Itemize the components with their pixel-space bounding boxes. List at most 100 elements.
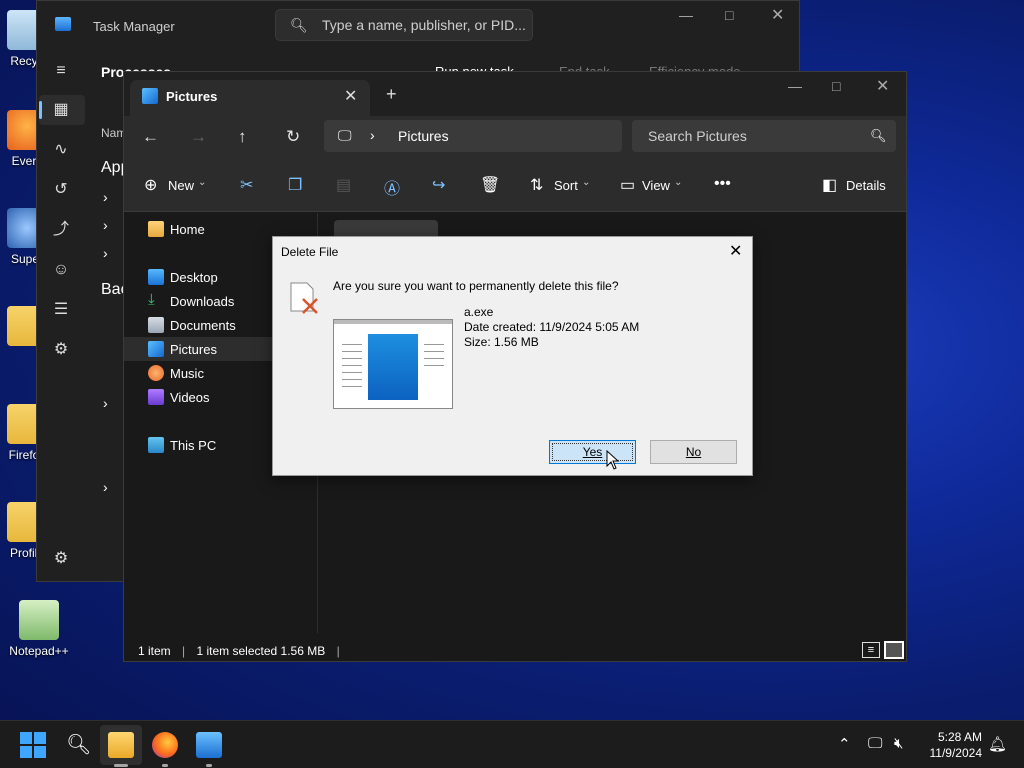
system-clock[interactable]: 5:28 AM 11/9/2024 bbox=[920, 729, 983, 761]
maximize-button[interactable]: □ bbox=[832, 78, 840, 94]
selected-file-tile[interactable] bbox=[334, 220, 438, 236]
network-icon[interactable]: 🖵︎ bbox=[868, 735, 882, 752]
close-button[interactable]: ✕ bbox=[876, 76, 889, 96]
running-app-indicator bbox=[206, 764, 212, 767]
tiles-view-icon[interactable] bbox=[884, 641, 904, 659]
new-tab-button[interactable]: + bbox=[386, 84, 397, 105]
details-pane-icon: ◧ bbox=[822, 177, 838, 194]
startup-apps-icon[interactable]: ⤴ bbox=[51, 220, 71, 240]
rename-icon[interactable]: Ⓐ bbox=[384, 175, 400, 199]
up-arrow-icon[interactable]: ↑ bbox=[238, 127, 247, 147]
sidebar-item-label: Music bbox=[170, 366, 204, 381]
file-date-created: Date created: 11/9/2024 5:05 AM bbox=[464, 320, 640, 334]
copy-icon[interactable]: ❐ bbox=[288, 175, 302, 195]
expand-chevron-icon[interactable]: › bbox=[103, 479, 108, 495]
explorer-command-bar: ⊕ New ⌄ ✂ ❐ ▤ Ⓐ ↪ 🗑︎ ⇅ Sort ⌄ ▭ View ⌄ •… bbox=[124, 160, 906, 212]
volume-muted-icon[interactable]: 🔇︎ bbox=[894, 735, 903, 752]
sidebar-item-label: Documents bbox=[170, 318, 236, 333]
task-manager-search-input[interactable]: 🔍︎ Type a name, publisher, or PID... bbox=[275, 9, 533, 41]
status-bar: 1 item | 1 item selected 1.56 MB | bbox=[138, 644, 340, 658]
chevron-down-icon: ⌄ bbox=[198, 177, 207, 188]
users-icon[interactable]: ☺ bbox=[51, 260, 71, 280]
status-selection: 1 item selected 1.56 MB bbox=[196, 644, 326, 658]
chevron-up-icon[interactable]: ⌃ bbox=[838, 735, 851, 753]
details-button[interactable]: Details bbox=[846, 178, 886, 193]
explorer-tab-bar: Pictures ✕ + — □ ✕ bbox=[124, 72, 906, 116]
delete-icon[interactable]: 🗑︎ bbox=[480, 175, 500, 195]
monitor-icon: 🖵︎ bbox=[338, 127, 352, 143]
performance-icon[interactable]: ∿ bbox=[51, 140, 71, 160]
status-item-count: 1 item bbox=[138, 644, 171, 658]
sidebar-item-label: Pictures bbox=[170, 342, 217, 357]
clock-time: 5:28 AM bbox=[937, 730, 982, 744]
maximize-button[interactable]: □ bbox=[725, 7, 733, 23]
new-icon: ⊕ bbox=[144, 177, 158, 194]
refresh-icon[interactable]: ↻ bbox=[286, 127, 300, 147]
close-icon[interactable]: ✕ bbox=[729, 241, 742, 261]
yes-button-label: Yes bbox=[582, 445, 603, 459]
documents-icon bbox=[148, 317, 164, 333]
breadcrumb-item[interactable]: Pictures bbox=[398, 128, 449, 144]
view-button[interactable]: View bbox=[642, 178, 670, 193]
settings-icon[interactable]: ⚙ bbox=[51, 549, 71, 569]
thumbnail-content bbox=[368, 334, 418, 400]
close-button[interactable]: ✕ bbox=[771, 5, 784, 25]
services-icon[interactable]: ⚙ bbox=[51, 340, 71, 360]
task-manager-title: Task Manager bbox=[93, 19, 175, 34]
forward-arrow-icon[interactable]: → bbox=[190, 127, 207, 147]
expand-chevron-icon[interactable]: › bbox=[103, 217, 108, 233]
tab-pictures[interactable]: Pictures ✕ bbox=[130, 80, 370, 116]
hamburger-menu-icon[interactable]: ≡ bbox=[51, 61, 71, 81]
details-icon[interactable]: ☰ bbox=[51, 300, 71, 320]
file-explorer-icon[interactable] bbox=[108, 732, 134, 758]
sort-button[interactable]: Sort bbox=[554, 178, 578, 193]
paste-icon[interactable]: ▤ bbox=[336, 175, 351, 195]
thumbnail-lines-right bbox=[424, 338, 444, 368]
chevron-right-icon: › bbox=[370, 127, 375, 143]
file-name: a.exe bbox=[464, 305, 494, 319]
sidebar-item-label: Downloads bbox=[170, 294, 235, 309]
sort-icon: ⇅ bbox=[530, 177, 544, 194]
home-icon bbox=[148, 221, 164, 237]
more-options-icon[interactable]: ••• bbox=[714, 175, 731, 193]
processes-icon[interactable]: ▦ bbox=[51, 100, 71, 120]
new-button[interactable]: New bbox=[168, 178, 194, 193]
notepadpp-icon bbox=[19, 600, 59, 640]
details-view-icon[interactable]: ≡ bbox=[862, 642, 880, 658]
explorer-search-input[interactable]: Search Pictures 🔍︎ bbox=[632, 120, 896, 152]
search-icon: 🔍︎ bbox=[870, 128, 887, 143]
firefox-icon[interactable] bbox=[152, 732, 178, 758]
dialog-title: Delete File bbox=[281, 245, 339, 259]
tab-label: Pictures bbox=[166, 89, 218, 104]
no-button[interactable]: No bbox=[650, 440, 737, 464]
notification-bell-icon[interactable]: 🔔︎ bbox=[988, 735, 1007, 753]
dialog-question: Are you sure you want to permanently del… bbox=[333, 279, 619, 293]
status-divider: | bbox=[182, 644, 186, 658]
cut-icon[interactable]: ✂ bbox=[240, 175, 253, 195]
breadcrumb[interactable]: 🖵︎ › Pictures bbox=[324, 120, 622, 152]
clock-date: 11/9/2024 bbox=[929, 746, 983, 760]
minimize-button[interactable]: — bbox=[788, 78, 802, 94]
minimize-button[interactable]: — bbox=[679, 7, 693, 23]
file-thumbnail bbox=[333, 319, 453, 409]
expand-chevron-icon[interactable]: › bbox=[103, 395, 108, 411]
thumbnail-titlebar bbox=[334, 320, 452, 324]
app-history-icon[interactable]: ↺ bbox=[51, 180, 71, 200]
task-manager-taskbar-icon[interactable] bbox=[196, 732, 222, 758]
search-icon[interactable]: 🔍︎ bbox=[66, 732, 92, 758]
share-icon[interactable]: ↪ bbox=[432, 175, 445, 195]
back-arrow-icon[interactable]: ← bbox=[142, 127, 159, 147]
start-button[interactable] bbox=[20, 732, 46, 758]
downloads-icon: ⤓ bbox=[148, 291, 155, 308]
close-tab-icon[interactable]: ✕ bbox=[344, 86, 357, 106]
delete-file-dialog: Delete File ✕ Are you sure you want to p… bbox=[272, 236, 753, 476]
desktop-icon-notepadpp[interactable]: Notepad++ bbox=[4, 600, 74, 658]
expand-chevron-icon[interactable]: › bbox=[103, 189, 108, 205]
yes-button[interactable]: Yes bbox=[549, 440, 636, 464]
search-placeholder: Type a name, publisher, or PID... bbox=[322, 17, 526, 33]
expand-chevron-icon[interactable]: › bbox=[103, 245, 108, 261]
view-icon: ▭ bbox=[620, 177, 636, 194]
taskbar: 🔍︎ ⌃ 🖵︎ 🔇︎ 5:28 AM 11/9/2024 🔔︎ bbox=[0, 720, 1024, 768]
running-app-indicator bbox=[162, 764, 168, 767]
status-divider: | bbox=[336, 644, 340, 658]
